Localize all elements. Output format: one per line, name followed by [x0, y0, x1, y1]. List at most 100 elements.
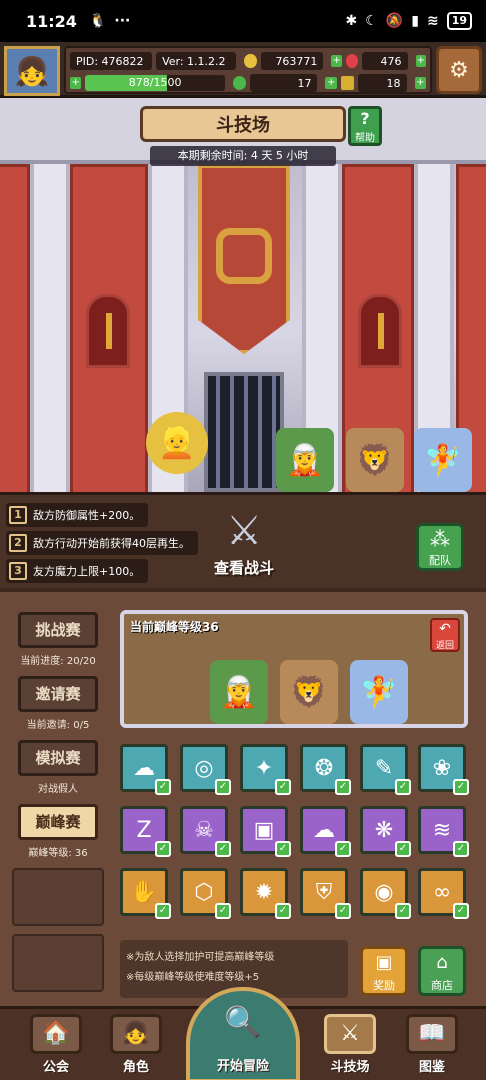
mute-icon: 🔕 — [385, 13, 404, 29]
team-icon: ⁂ — [430, 527, 450, 551]
check-icon: ✓ — [335, 779, 351, 795]
battle-modifiers: 1 敌方防御属性+200。 2 敌方行动开始前获得40层再生。 3 友方魔力上限… — [0, 492, 486, 588]
blessing-tile[interactable]: ▣ ✓ — [240, 806, 291, 857]
reward-button[interactable]: ▣ 奖励 — [360, 946, 408, 996]
note-line: ※为敌人选择加护可提高巅峰等级 — [126, 952, 275, 963]
character-icon: 👧 — [110, 1014, 162, 1054]
shop-button[interactable]: ⌂ 商店 — [418, 946, 466, 996]
nav-codex[interactable]: 📖 图鉴 — [402, 1010, 462, 1076]
page-title: 斗技场 — [140, 106, 346, 142]
check-icon: ✓ — [275, 841, 291, 857]
nav-start-adventure[interactable]: 🔍 开始冒险 — [186, 987, 300, 1080]
blessing-tile[interactable]: ✦ ✓ — [240, 744, 291, 795]
blessing-tile[interactable]: ❀ ✓ — [418, 744, 469, 795]
exp-text: 878/1500 — [128, 76, 182, 89]
check-icon: ✓ — [155, 903, 171, 919]
shop-icon: ⌂ — [436, 952, 448, 973]
qq-icon: 🐧 — [88, 13, 107, 29]
signal-icon: ▮ — [411, 13, 419, 29]
blessing-tile[interactable]: ❂ ✓ — [300, 744, 351, 795]
mode-challenge-button[interactable]: 挑战赛 — [18, 612, 98, 648]
mode-simulation-button[interactable]: 模拟赛 — [18, 740, 98, 776]
note-line: ※每级巅峰等级使难度等级+5 — [126, 972, 260, 983]
team-label: 配队 — [429, 554, 451, 567]
portcullis-gate — [204, 372, 284, 492]
gem-amount: 476 — [362, 52, 408, 70]
check-icon: ✓ — [395, 841, 411, 857]
blessing-tile[interactable]: ◉ ✓ — [360, 868, 411, 919]
magnifier-icon: 🔍 — [224, 1005, 262, 1040]
check-icon: ✓ — [275, 903, 291, 919]
blessing-tile[interactable]: ✎ ✓ — [360, 744, 411, 795]
add-clover-button[interactable]: + — [325, 77, 337, 89]
blessing-tile[interactable]: ∞ ✓ — [418, 868, 469, 919]
wifi-icon: ≋ — [426, 13, 439, 29]
check-icon: ✓ — [335, 903, 351, 919]
status-bar: 11:24 🐧 ··· ✱ ☾ 🔕 ▮ ≋ 19 — [0, 0, 486, 42]
check-icon: ✓ — [395, 903, 411, 919]
blessing-tile[interactable]: ✋ ✓ — [120, 868, 171, 919]
nav-character[interactable]: 👧 角色 — [106, 1010, 166, 1076]
blessing-tile[interactable]: ☁ ✓ — [120, 744, 171, 795]
gold-coin-icon — [244, 54, 257, 68]
arena-banner — [198, 164, 290, 354]
mode-peak-button[interactable]: 巅峰赛 — [18, 804, 98, 840]
check-icon: ✓ — [215, 841, 231, 857]
current-peak-level: 当前巅峰等级36 — [130, 620, 219, 634]
clock: 11:24 — [26, 11, 77, 31]
check-icon: ✓ — [275, 779, 291, 795]
back-button[interactable]: ↶ 返回 — [430, 618, 460, 652]
enemy-boss-portrait: 👱 — [146, 412, 208, 474]
blessing-tile[interactable]: ≋ ✓ — [418, 806, 469, 857]
hero-green-hair: 🧝 — [210, 660, 268, 724]
hero-lion-hair: 🦁 — [280, 660, 338, 724]
hero-blue-hair: 🧚 — [350, 660, 408, 724]
sword-emblem-left-icon — [86, 294, 130, 368]
book-icon: 📖 — [406, 1014, 458, 1054]
blessing-tile[interactable]: Z ✓ — [120, 806, 171, 857]
sword-emblem-right-icon — [358, 294, 402, 368]
check-icon: ✓ — [155, 841, 171, 857]
check-icon: ✓ — [395, 779, 411, 795]
resource-bar: 👧 PID: 476822 Ver: 1.1.2.2 763771 + 476 … — [0, 42, 486, 98]
settings-button[interactable]: ⚙ — [436, 46, 482, 94]
check-icon: ✓ — [215, 903, 231, 919]
add-gem-button[interactable]: + — [415, 55, 427, 67]
mode-invitational-button[interactable]: 邀请赛 — [18, 676, 98, 712]
blessing-tile[interactable]: ⛨ ✓ — [300, 868, 351, 919]
nav-arena[interactable]: ⚔ 斗技场 — [318, 1010, 382, 1076]
help-button[interactable]: ? 帮助 — [348, 106, 382, 146]
exp-bar: 878/1500 — [85, 75, 225, 91]
add-gold-button[interactable]: + — [331, 55, 342, 67]
peak-team-preview: 当前巅峰等级36 ↶ 返回 🧝 🦁 🧚 — [120, 610, 468, 728]
resource-panel: PID: 476822 Ver: 1.1.2.2 763771 + 476 + … — [64, 46, 432, 94]
boot-icon — [340, 76, 355, 90]
blessing-tile[interactable]: ⬡ ✓ — [180, 868, 231, 919]
add-exp-button[interactable]: + — [70, 77, 82, 89]
view-battle-button[interactable]: ⚔ 查看战斗 — [196, 505, 292, 589]
blessing-tile[interactable]: ☁ ✓ — [300, 806, 351, 857]
modifier-2: 2 敌方行动开始前获得40层再生。 — [6, 531, 198, 555]
hero-green-hair: 🧝 — [276, 428, 334, 492]
modifier-1: 1 敌方防御属性+200。 — [6, 503, 149, 527]
main-panel: 挑战赛 当前进度: 20/20 邀请赛 当前邀请: 0/5 模拟赛 对战假人 巅… — [0, 588, 486, 1006]
team-setup-button[interactable]: ⁂ 配队 — [416, 523, 464, 571]
simulation-desc: 对战假人 — [38, 784, 78, 795]
pid-label: PID: 476822 — [70, 52, 153, 70]
version-label: Ver: 1.1.2.2 — [156, 52, 237, 70]
blessing-tile[interactable]: ☠ ✓ — [180, 806, 231, 857]
blessing-tile[interactable]: ❋ ✓ — [360, 806, 411, 857]
blessing-tile[interactable]: ✹ ✓ — [240, 868, 291, 919]
add-boot-button[interactable]: + — [414, 77, 426, 89]
player-avatar[interactable]: 👧 — [4, 46, 60, 96]
battery-icon: 19 — [446, 12, 472, 30]
view-battle-label: 查看战斗 — [213, 559, 274, 577]
nav-guild[interactable]: 🏠 公会 — [26, 1010, 86, 1076]
check-icon: ✓ — [453, 779, 469, 795]
blessing-tile[interactable]: ◎ ✓ — [180, 744, 231, 795]
empty-mode-slot — [12, 934, 104, 992]
treasure-chest-icon: ▣ — [375, 952, 393, 973]
crossed-swords-icon: ⚔ — [226, 508, 262, 554]
hero-blue-hair: 🧚 — [414, 428, 472, 492]
boot-amount: 18 — [358, 74, 407, 92]
